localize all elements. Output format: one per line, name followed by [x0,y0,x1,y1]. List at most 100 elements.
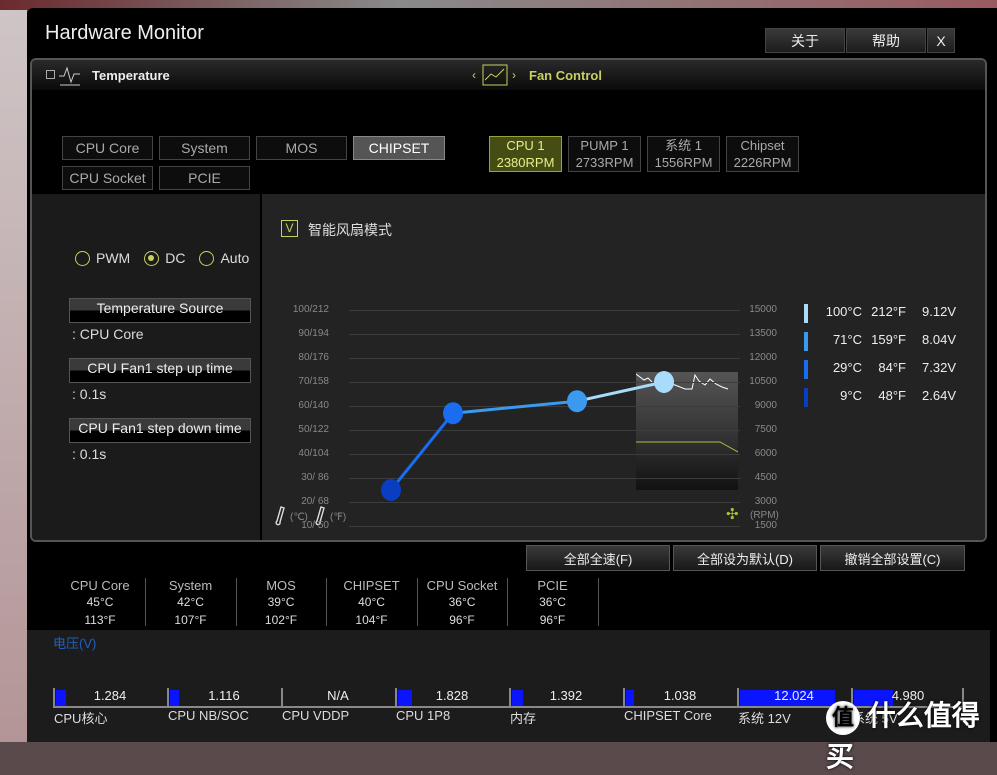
temp-name: CHIPSET [343,578,400,593]
step-down-time-value: : 0.1s [72,446,107,462]
legend-voltage: 2.64V [922,388,956,403]
legend-celsius: 9°C [840,388,862,403]
temp-celsius: 39°C [267,595,295,609]
legend-fahrenheit: 48°F [878,388,906,403]
voltage-value: 1.284 [93,688,127,703]
voltage-value: 1.116 [208,688,240,703]
legend-celsius: 29°C [832,360,862,375]
chevron-right-icon[interactable]: › [512,68,516,82]
close-button[interactable]: X [927,28,955,53]
voltage-value: 1.392 [549,688,583,703]
voltage-item: N/A CPU VDDP [281,688,395,728]
fan-rpm: 2380RPM [496,155,555,170]
voltage-label: CHIPSET Core [624,708,712,723]
radio-pwm[interactable] [75,250,90,266]
collapse-icon[interactable] [46,70,55,79]
fan-select-2[interactable]: 系统 1 1556RPM [647,136,720,172]
temp-celsius: 36°C [448,595,476,609]
temp-celsius: 42°C [177,595,204,609]
temp-name: System [168,578,213,593]
legend-swatch [804,304,808,323]
voltage-label: CPU VDDP [282,708,350,723]
fan-select-0[interactable]: CPU 1 2380RPM [489,136,562,172]
temp-celsius: 40°C [358,595,385,609]
curve-legend-row: 9°C 48°F 2.64V [804,388,956,407]
temp-celsius: 45°C [86,595,114,609]
legend-fahrenheit: 212°F [871,304,906,319]
temp-name: MOS [266,578,296,593]
voltage-label: 系统 12V [738,711,791,726]
temperature-source-value: : CPU Core [72,326,144,342]
curve-point-handle[interactable] [567,390,587,413]
fan-name: CPU 1 [506,138,545,153]
temp-name: CPU Socket [426,578,498,593]
temp-fahrenheit: 96°F [539,613,566,627]
radio-auto[interactable] [199,250,215,266]
legend-fahrenheit: 159°F [871,332,906,347]
about-button[interactable]: 关于 [765,28,845,53]
temp-reading: System 42°C 107°F [146,578,237,627]
fan-name: 系统 1 [665,138,702,153]
temp-celsius: 36°C [539,595,566,609]
fan-control-header: Fan Control [529,68,602,83]
temp-source-5[interactable]: PCIE [159,166,250,190]
fan-rpm: 2226RPM [733,155,792,170]
fan-select-1[interactable]: PUMP 1 2733RPM [568,136,641,172]
step-down-time-button[interactable]: CPU Fan1 step down time [69,418,251,443]
temp-source-1[interactable]: System [159,136,250,160]
voltage-item: 1.038 CHIPSET Core [623,688,737,728]
window-title: Hardware Monitor [45,22,204,44]
fan-curve-icon [482,64,508,86]
voltage-value: N/A [327,688,349,703]
all-default-button[interactable]: 全部设为默认(D) [673,545,817,571]
voltage-title: 电压(V) [53,636,97,651]
fan-rpm: 1556RPM [654,155,713,170]
curve-point-handle[interactable] [654,371,674,393]
legend-voltage: 9.12V [922,304,956,319]
legend-celsius: 71°C [832,332,862,347]
curve-legend-row: 71°C 159°F 8.04V [804,332,956,351]
main-panel: Temperature ‹ › Fan Control CPU Core Syst… [30,58,987,542]
legend-voltage: 8.04V [922,332,956,347]
temp-reading: MOS 39°C 102°F [236,578,327,627]
legend-swatch [804,360,808,379]
temp-fahrenheit: 113°F [84,613,116,627]
temp-source-2[interactable]: MOS [256,136,347,160]
fan-select-3[interactable]: Chipset 2226RPM [726,136,799,172]
temp-fahrenheit: 102°F [264,613,298,627]
step-up-time-value: : 0.1s [72,386,107,402]
step-up-time-button[interactable]: CPU Fan1 step up time [69,358,251,383]
temp-fahrenheit: 107°F [174,613,207,627]
chevron-left-icon[interactable]: ‹ [472,68,476,82]
curve-legend-row: 100°C 212°F 9.12V [804,304,956,323]
fan-name: PUMP 1 [580,138,629,153]
voltage-label: CPU核心 [54,711,108,726]
voltage-label: CPU 1P8 [396,708,451,723]
fan-rpm: 2733RPM [575,155,634,170]
help-button[interactable]: 帮助 [846,28,926,53]
legend-swatch [804,332,808,351]
voltage-value: 1.828 [435,688,469,703]
all-full-speed-button[interactable]: 全部全速(F) [526,545,670,571]
voltage-label: CPU NB/SOC [168,708,249,723]
panel-header [32,60,985,90]
legend-celsius: 100°C [825,304,862,319]
undo-all-button[interactable]: 撤销全部设置(C) [820,545,965,571]
radio-auto-label: Auto [220,250,250,266]
temp-reading: CPU Core 45°C 113°F [55,578,146,627]
temp-name: PCIE [537,578,568,593]
temperature-source-button[interactable]: Temperature Source [69,298,251,323]
curve-point-handle[interactable] [443,402,463,425]
curve-segment [452,399,578,415]
curve-point-handle[interactable] [381,479,401,501]
temp-source-4[interactable]: CPU Socket [62,166,153,190]
radio-dc[interactable] [144,250,160,266]
temp-reading: CPU Socket 36°C 96°F [417,578,508,627]
voltage-item: 1.828 CPU 1P8 [395,688,509,728]
temp-source-0[interactable]: CPU Core [62,136,153,160]
temp-source-3[interactable]: CHIPSET [353,136,445,160]
fan-settings-panel: PWM DC Auto Temperature Source : CPU Cor… [32,194,260,540]
temp-name: CPU Core [70,578,130,593]
legend-fahrenheit: 84°F [878,360,906,375]
watermark-logo: 值 什么值得买 [826,700,980,772]
